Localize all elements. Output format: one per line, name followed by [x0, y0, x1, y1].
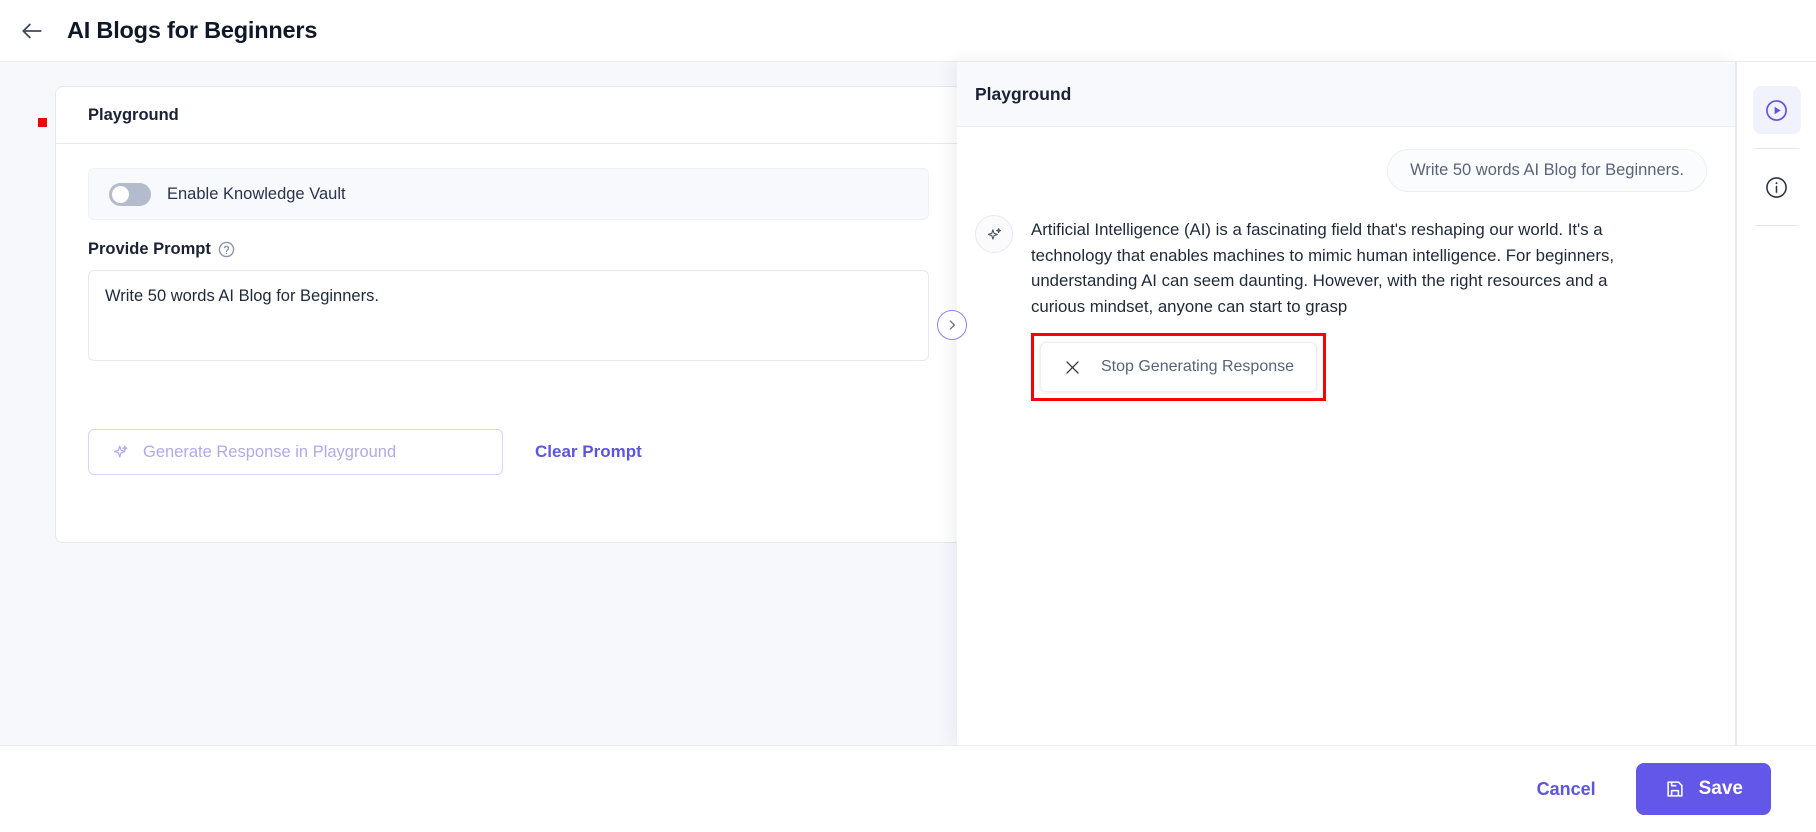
toggle-knob	[112, 185, 129, 203]
content-canvas: Playground Enable Knowledge Vault Provid…	[0, 62, 1816, 745]
save-disk-icon	[1666, 781, 1683, 797]
knowledge-vault-row: Enable Knowledge Vault	[88, 168, 929, 220]
play-circle-icon	[1766, 99, 1787, 121]
arrow-left-icon	[22, 23, 42, 38]
rail-divider	[1754, 148, 1799, 149]
prompt-textarea[interactable]: Write 50 words AI Blog for Beginners.	[88, 270, 929, 361]
info-circle-icon	[1766, 176, 1787, 198]
stop-generating-response-button[interactable]: Stop Generating Response	[1040, 342, 1318, 393]
close-x-icon	[1066, 360, 1079, 374]
right-rail	[1736, 62, 1816, 745]
user-message-row: Write 50 words AI Blog for Beginners.	[975, 149, 1707, 192]
save-button[interactable]: Save	[1635, 763, 1771, 815]
prompt-actions: Generate Response in Playground Clear Pr…	[88, 429, 929, 475]
red-square-marker	[38, 118, 47, 127]
back-button[interactable]	[12, 11, 52, 51]
rail-divider	[1754, 225, 1799, 226]
overlay-header: Playground	[957, 62, 1735, 127]
rail-item-info[interactable]	[1753, 163, 1801, 211]
sparkle-icon	[987, 227, 1001, 240]
stop-generating-highlight: Stop Generating Response	[1031, 333, 1327, 402]
generate-response-label: Generate Response in Playground	[143, 442, 397, 461]
rail-item-playground[interactable]	[1752, 86, 1801, 134]
chevron-right-icon	[949, 320, 955, 330]
save-label: Save	[1698, 778, 1743, 799]
sparkle-icon	[113, 445, 128, 458]
page-title: AI Blogs for Beginners	[67, 17, 318, 43]
assistant-message-row: Artificial Intelligence (AI) is a fascin…	[975, 215, 1707, 319]
card-title: Playground	[88, 105, 179, 124]
enable-knowledge-vault-toggle[interactable]	[109, 182, 151, 206]
generate-response-button[interactable]: Generate Response in Playground	[88, 429, 503, 475]
clear-prompt-button[interactable]: Clear Prompt	[535, 442, 642, 462]
card-header: Playground	[56, 87, 961, 144]
collapse-panel-button[interactable]	[937, 310, 967, 340]
footer-bar: Cancel Save	[0, 745, 1816, 832]
card-body: Enable Knowledge Vault Provide Prompt Wr…	[56, 144, 961, 475]
assistant-avatar	[975, 215, 1013, 253]
cancel-button[interactable]: Cancel	[1537, 779, 1596, 800]
knowledge-vault-label: Enable Knowledge Vault	[167, 184, 346, 203]
assistant-message-text: Artificial Intelligence (AI) is a fascin…	[1031, 220, 1615, 316]
stop-generating-label: Stop Generating Response	[1101, 358, 1295, 376]
prompt-value: Write 50 words AI Blog for Beginners.	[105, 287, 379, 305]
top-header: AI Blogs for Beginners	[0, 0, 1816, 62]
playground-overlay-panel: Playground Write 50 words AI Blog for Be…	[957, 62, 1736, 745]
question-circle-icon[interactable]	[218, 241, 235, 258]
chat-area: Write 50 words AI Blog for Beginners. Ar…	[957, 127, 1735, 402]
app-root: AI Blogs for Beginners Playground Enable…	[0, 0, 1816, 832]
user-message-bubble: Write 50 words AI Blog for Beginners.	[1387, 149, 1707, 192]
overlay-title: Playground	[975, 83, 1072, 104]
playground-settings-card: Playground Enable Knowledge Vault Provid…	[55, 86, 962, 543]
prompt-label-row: Provide Prompt	[88, 240, 929, 259]
prompt-label: Provide Prompt	[88, 240, 211, 258]
